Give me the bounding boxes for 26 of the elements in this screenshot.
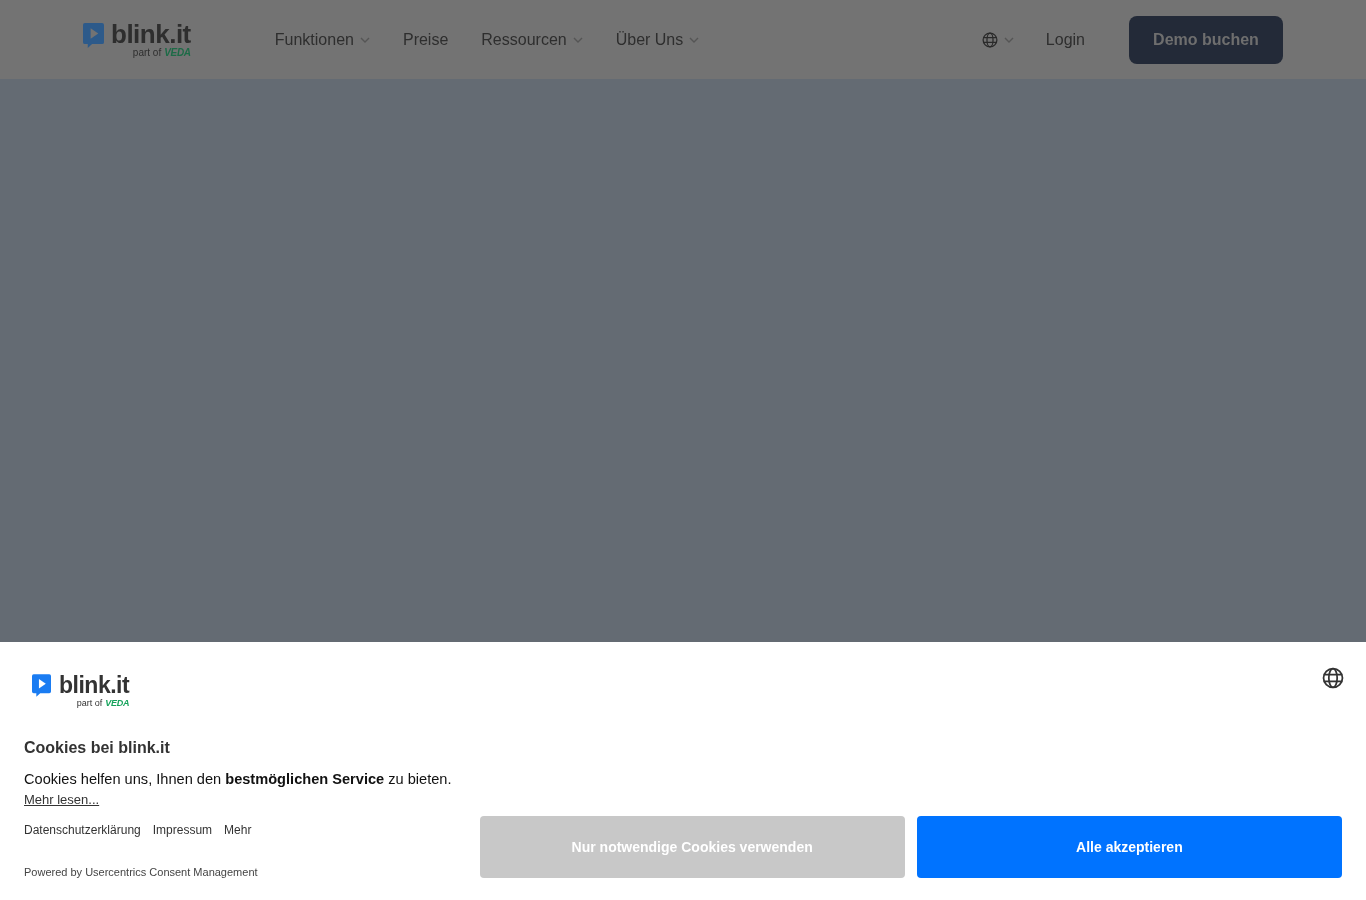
logo-tagline: part of — [76, 698, 103, 708]
footer-link[interactable]: Impressum — [152, 822, 213, 838]
partner-wordmark: VEDA — [164, 46, 191, 58]
logo-tagline: part of — [132, 46, 162, 58]
nav-link[interactable]: Ressourcen — [481, 30, 583, 49]
language-button[interactable] — [1322, 667, 1344, 689]
footer-link[interactable]: Datenschutzerklärung — [24, 822, 141, 838]
chat-bubble-play-icon — [32, 674, 51, 697]
nav-link[interactable]: Funktionen — [274, 30, 370, 49]
powered-by-text: Powered by Usercentrics Consent Management — [24, 865, 258, 879]
caret-icon — [1003, 36, 1014, 43]
read-more-link[interactable]: Mehr lesen... — [24, 791, 100, 809]
login-link[interactable]: Login — [1045, 30, 1085, 49]
chat-bubble-play-icon — [83, 22, 104, 48]
accept-all-button[interactable]: Alle akzeptieren — [916, 816, 1342, 878]
globe-icon — [1322, 667, 1344, 689]
partner-wordmark: VEDA — [105, 698, 130, 708]
nav-link[interactable]: Preise — [402, 30, 449, 49]
logo-wordmark: blink.it — [59, 673, 130, 697]
demo-button[interactable]: Demo buchen — [1129, 15, 1283, 64]
logo-wordmark: blink.it — [111, 21, 191, 47]
footer-link[interactable]: Mehr — [224, 822, 252, 838]
nav-link[interactable]: Über Uns — [615, 30, 700, 49]
globe-icon — [981, 31, 998, 48]
banner-title: Cookies bei blink.it — [24, 738, 170, 758]
banner-text: Cookies helfen uns, Ihnen den bestmöglichen Service zu bieten. — [24, 770, 452, 789]
